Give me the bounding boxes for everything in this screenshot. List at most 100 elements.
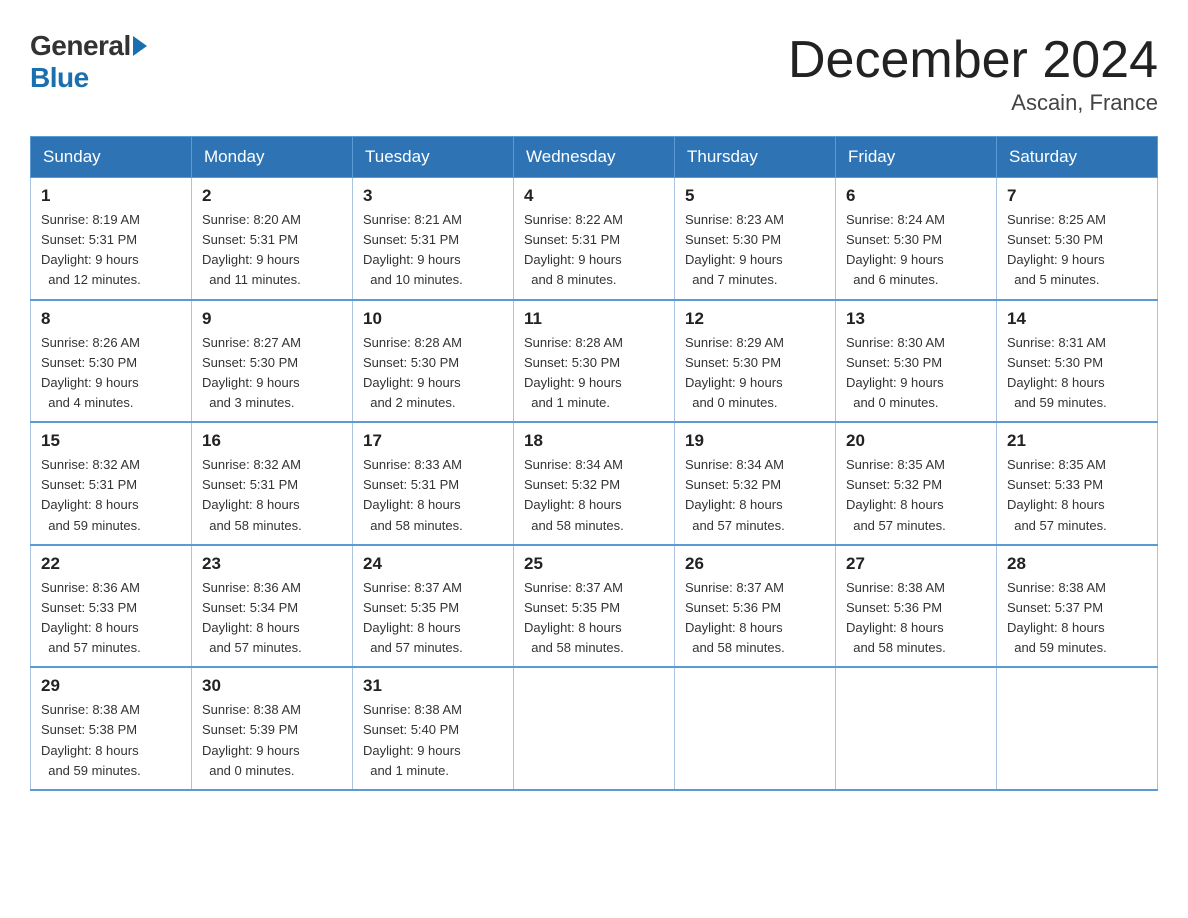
sunset-value: 5:31 PM xyxy=(250,477,298,492)
sunrise-label: Sunrise: xyxy=(1007,580,1058,595)
table-row: 22 Sunrise: 8:36 AM Sunset: 5:33 PM Dayl… xyxy=(31,545,192,668)
daylight-label: Daylight: xyxy=(41,497,95,512)
sunset-value: 5:30 PM xyxy=(894,355,942,370)
sunrise-label: Sunrise: xyxy=(1007,457,1058,472)
sunset-value: 5:31 PM xyxy=(250,232,298,247)
sunset-label: Sunset: xyxy=(685,600,733,615)
sunrise-label: Sunrise: xyxy=(1007,212,1058,227)
col-thursday: Thursday xyxy=(675,137,836,178)
sunrise-label: Sunrise: xyxy=(846,580,897,595)
sunset-label: Sunset: xyxy=(202,355,250,370)
daylight-label: Daylight: xyxy=(524,252,578,267)
day-info: Sunrise: 8:37 AM Sunset: 5:35 PM Dayligh… xyxy=(524,578,664,659)
sunset-label: Sunset: xyxy=(363,232,411,247)
sunset-value: 5:31 PM xyxy=(89,232,137,247)
table-row: 19 Sunrise: 8:34 AM Sunset: 5:32 PM Dayl… xyxy=(675,422,836,545)
table-row: 27 Sunrise: 8:38 AM Sunset: 5:36 PM Dayl… xyxy=(836,545,997,668)
table-row: 11 Sunrise: 8:28 AM Sunset: 5:30 PM Dayl… xyxy=(514,300,675,423)
day-info: Sunrise: 8:38 AM Sunset: 5:38 PM Dayligh… xyxy=(41,700,181,781)
sunset-label: Sunset: xyxy=(846,477,894,492)
day-number: 21 xyxy=(1007,431,1147,451)
day-number: 4 xyxy=(524,186,664,206)
sunrise-value: 8:37 AM xyxy=(414,580,462,595)
table-row: 28 Sunrise: 8:38 AM Sunset: 5:37 PM Dayl… xyxy=(997,545,1158,668)
sunset-value: 5:30 PM xyxy=(411,355,459,370)
sunset-value: 5:32 PM xyxy=(733,477,781,492)
sunset-label: Sunset: xyxy=(41,600,89,615)
sunrise-label: Sunrise: xyxy=(363,580,414,595)
col-tuesday: Tuesday xyxy=(353,137,514,178)
sunset-label: Sunset: xyxy=(685,355,733,370)
sunset-label: Sunset: xyxy=(363,355,411,370)
sunset-label: Sunset: xyxy=(685,477,733,492)
table-row xyxy=(997,667,1158,790)
sunset-label: Sunset: xyxy=(41,232,89,247)
sunset-value: 5:33 PM xyxy=(89,600,137,615)
daylight-label: Daylight: xyxy=(846,375,900,390)
sunset-label: Sunset: xyxy=(846,355,894,370)
sunrise-value: 8:37 AM xyxy=(736,580,784,595)
sunrise-value: 8:34 AM xyxy=(736,457,784,472)
day-number: 14 xyxy=(1007,309,1147,329)
sunrise-value: 8:38 AM xyxy=(897,580,945,595)
sunrise-value: 8:31 AM xyxy=(1058,335,1106,350)
day-info: Sunrise: 8:28 AM Sunset: 5:30 PM Dayligh… xyxy=(524,333,664,414)
day-info: Sunrise: 8:19 AM Sunset: 5:31 PM Dayligh… xyxy=(41,210,181,291)
sunset-value: 5:40 PM xyxy=(411,722,459,737)
sunset-label: Sunset: xyxy=(41,722,89,737)
daylight-label: Daylight: xyxy=(846,497,900,512)
sunrise-value: 8:38 AM xyxy=(253,702,301,717)
calendar-week-row: 22 Sunrise: 8:36 AM Sunset: 5:33 PM Dayl… xyxy=(31,545,1158,668)
day-number: 3 xyxy=(363,186,503,206)
sunset-value: 5:30 PM xyxy=(1055,232,1103,247)
calendar-table: Sunday Monday Tuesday Wednesday Thursday… xyxy=(30,136,1158,791)
sunrise-value: 8:20 AM xyxy=(253,212,301,227)
sunrise-value: 8:34 AM xyxy=(575,457,623,472)
sunrise-label: Sunrise: xyxy=(363,702,414,717)
sunset-value: 5:31 PM xyxy=(572,232,620,247)
daylight-label: Daylight: xyxy=(1007,252,1061,267)
day-number: 11 xyxy=(524,309,664,329)
table-row: 15 Sunrise: 8:32 AM Sunset: 5:31 PM Dayl… xyxy=(31,422,192,545)
daylight-label: Daylight: xyxy=(846,252,900,267)
day-info: Sunrise: 8:32 AM Sunset: 5:31 PM Dayligh… xyxy=(202,455,342,536)
sunset-value: 5:33 PM xyxy=(1055,477,1103,492)
day-number: 7 xyxy=(1007,186,1147,206)
logo-arrow-icon xyxy=(133,36,147,56)
sunrise-value: 8:35 AM xyxy=(1058,457,1106,472)
day-info: Sunrise: 8:23 AM Sunset: 5:30 PM Dayligh… xyxy=(685,210,825,291)
day-number: 23 xyxy=(202,554,342,574)
day-number: 24 xyxy=(363,554,503,574)
sunset-label: Sunset: xyxy=(202,477,250,492)
daylight-label: Daylight: xyxy=(202,252,256,267)
day-number: 17 xyxy=(363,431,503,451)
day-info: Sunrise: 8:34 AM Sunset: 5:32 PM Dayligh… xyxy=(685,455,825,536)
day-number: 30 xyxy=(202,676,342,696)
sunset-label: Sunset: xyxy=(524,600,572,615)
table-row: 8 Sunrise: 8:26 AM Sunset: 5:30 PM Dayli… xyxy=(31,300,192,423)
day-info: Sunrise: 8:31 AM Sunset: 5:30 PM Dayligh… xyxy=(1007,333,1147,414)
sunrise-label: Sunrise: xyxy=(41,212,92,227)
sunset-label: Sunset: xyxy=(41,355,89,370)
day-number: 29 xyxy=(41,676,181,696)
day-number: 6 xyxy=(846,186,986,206)
day-info: Sunrise: 8:38 AM Sunset: 5:40 PM Dayligh… xyxy=(363,700,503,781)
sunrise-label: Sunrise: xyxy=(41,580,92,595)
day-info: Sunrise: 8:26 AM Sunset: 5:30 PM Dayligh… xyxy=(41,333,181,414)
day-number: 10 xyxy=(363,309,503,329)
logo-general-text: General xyxy=(30,30,131,62)
table-row: 30 Sunrise: 8:38 AM Sunset: 5:39 PM Dayl… xyxy=(192,667,353,790)
sunset-label: Sunset: xyxy=(363,477,411,492)
sunset-label: Sunset: xyxy=(1007,477,1055,492)
day-info: Sunrise: 8:29 AM Sunset: 5:30 PM Dayligh… xyxy=(685,333,825,414)
table-row: 12 Sunrise: 8:29 AM Sunset: 5:30 PM Dayl… xyxy=(675,300,836,423)
day-number: 31 xyxy=(363,676,503,696)
sunset-value: 5:36 PM xyxy=(733,600,781,615)
day-number: 28 xyxy=(1007,554,1147,574)
table-row: 23 Sunrise: 8:36 AM Sunset: 5:34 PM Dayl… xyxy=(192,545,353,668)
day-number: 5 xyxy=(685,186,825,206)
day-info: Sunrise: 8:37 AM Sunset: 5:36 PM Dayligh… xyxy=(685,578,825,659)
sunrise-value: 8:28 AM xyxy=(414,335,462,350)
sunrise-label: Sunrise: xyxy=(363,335,414,350)
sunset-label: Sunset: xyxy=(1007,355,1055,370)
